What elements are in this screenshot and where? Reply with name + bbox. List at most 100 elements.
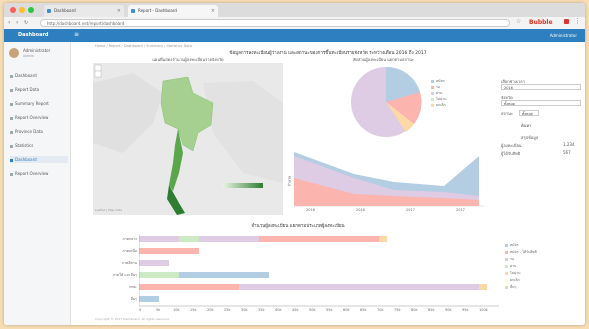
profile-name: Administrator xyxy=(23,48,51,53)
x-tick: 45k xyxy=(292,308,299,312)
x-tick: 85k xyxy=(428,308,435,312)
sidebar: Administrator Admin Dashboard Report Dat… xyxy=(4,42,71,325)
back-icon[interactable]: ‹ xyxy=(8,18,10,28)
sidebar-item-8[interactable]: Report Overview xyxy=(10,170,68,177)
sidebar-item-4[interactable]: Report Overview xyxy=(10,114,68,121)
sidebar-item-label: Report Data xyxy=(15,87,40,92)
x-tick: 35k xyxy=(258,308,265,312)
sidebar-item-label: Report Overview xyxy=(15,171,49,176)
bar-row xyxy=(139,272,269,278)
extension-brand[interactable]: Bubble xyxy=(529,19,553,27)
extension-icon[interactable] xyxy=(564,19,569,24)
bar-row xyxy=(139,296,159,302)
summary-value: 1,234 xyxy=(563,142,575,147)
area-chart-panel: จำนวน 2016 2016 2017 2017 xyxy=(286,148,486,218)
zoom-out-icon[interactable] xyxy=(94,70,102,78)
browser-tab-2[interactable]: Report - Dashboard × xyxy=(128,5,218,17)
minimize-window-icon[interactable] xyxy=(19,7,25,13)
bar-legend-item: สมัคร xyxy=(505,242,519,248)
summary-title: สรุปข้อมูล xyxy=(521,135,539,140)
page-favicon-icon xyxy=(47,9,51,13)
map-canvas[interactable] xyxy=(93,63,283,215)
footer-text: Copyright © 2017 Dashboard. All rights r… xyxy=(95,317,170,321)
avatar xyxy=(9,48,19,58)
sidebar-item-1[interactable]: Dashboard xyxy=(10,72,68,79)
main-content: Home / Report / Dashboard / Summary / St… xyxy=(71,42,585,325)
summary-key: ผู้ได้รับสิทธิ xyxy=(501,151,521,156)
tab-label: Dashboard xyxy=(54,8,76,13)
menu-icon[interactable]: ≡ xyxy=(74,31,79,38)
bar-category-label: ภาคกลาง xyxy=(122,237,137,241)
x-tick: 70k xyxy=(377,308,384,312)
bar-legend-item: รอ xyxy=(505,256,514,262)
bar-legend-item: ยกเลิก xyxy=(505,277,520,283)
maximize-window-icon[interactable] xyxy=(28,7,34,13)
browser-tab-1[interactable]: Dashboard × xyxy=(44,5,124,17)
nav-item-icon xyxy=(10,158,13,162)
x-tick: 5k xyxy=(156,308,161,312)
summary-key: ผู้ลงทะเบียน xyxy=(501,143,522,148)
url-field[interactable]: http://dashboard.net/report/dashboard xyxy=(40,19,510,27)
page-favicon-icon xyxy=(131,9,135,13)
page-title: ข้อมูลการลงทะเบียนผู้ว่างงาน และสถานะของ… xyxy=(229,51,427,56)
area-x-tick: 2016 xyxy=(306,208,315,212)
breadcrumb: Home / Report / Dashboard / Summary / St… xyxy=(95,44,192,48)
filter-panel: เลือกช่วงเวลา 2016 จังหวัด ทั้งหมด สถานะ… xyxy=(501,78,583,178)
sidebar-item-label: Summary Report xyxy=(15,101,49,106)
x-tick: 90k xyxy=(445,308,452,312)
close-tab-icon[interactable]: × xyxy=(211,5,215,17)
bar-row xyxy=(139,260,169,266)
sidebar-item-5[interactable]: Province Data xyxy=(10,128,68,135)
x-tick: 95k xyxy=(462,308,469,312)
map-panel: แผนที่แสดงจำนวนผู้ลงทะเบียนรายจังหวัด Le… xyxy=(93,56,283,216)
sidebar-item-7-active[interactable]: Dashboard xyxy=(10,156,68,163)
app-header: Dashboard ≡ Administrator xyxy=(4,29,585,42)
province-select[interactable]: ทั้งหมด xyxy=(501,100,581,106)
map-attribution: Leaflet | Map data xyxy=(95,208,123,212)
area-x-tick: 2017 xyxy=(456,208,465,212)
bar-category-label: ภาคอีสาน xyxy=(121,261,137,265)
area-ylabel: จำนวน xyxy=(287,175,292,187)
nav-item-icon xyxy=(10,74,13,78)
user-menu[interactable]: Administrator xyxy=(550,33,577,38)
nav-item-icon xyxy=(10,144,13,148)
browser-menu-icon[interactable]: ⋮ xyxy=(574,17,581,25)
sidebar-item-label: Report Overview xyxy=(15,115,49,120)
x-tick: 55k xyxy=(326,308,333,312)
legend-swatch xyxy=(431,103,434,107)
close-tab-icon[interactable]: × xyxy=(117,5,121,17)
sidebar-item-6[interactable]: Statistics xyxy=(10,142,68,149)
close-window-icon[interactable] xyxy=(10,7,16,13)
browser-window: Dashboard × Report - Dashboard × ‹ › ↻ h… xyxy=(4,3,585,325)
area-x-tick: 2017 xyxy=(406,208,415,212)
nav-item-icon xyxy=(10,116,13,120)
forward-icon[interactable]: › xyxy=(16,18,18,28)
pie-chart xyxy=(351,66,422,137)
app-brand[interactable]: Dashboard xyxy=(18,32,49,38)
bar-category-label: กทม. xyxy=(129,285,137,289)
reload-icon[interactable]: ↻ xyxy=(24,18,28,28)
filter-status-label: สถานะ xyxy=(501,111,513,116)
legend-swatch xyxy=(431,97,434,101)
sidebar-item-label: Dashboard xyxy=(15,73,37,78)
sidebar-item-3[interactable]: Summary Report xyxy=(10,100,68,107)
search-button[interactable]: ค้นหา xyxy=(521,122,531,129)
bar-row xyxy=(139,284,487,290)
x-tick: 25k xyxy=(224,308,231,312)
sidebar-item-2[interactable]: Report Data xyxy=(10,86,68,93)
bar-legend-item: ผ่าน xyxy=(505,263,516,269)
bar-x-axis: 0 5k 10k 15k 20k 25k 30k 35k 40k 45k 50k… xyxy=(139,308,499,312)
sidebar-item-label: Statistics xyxy=(15,143,34,148)
x-tick: 50k xyxy=(309,308,316,312)
zoom-in-icon[interactable] xyxy=(94,64,102,72)
map-title: แผนที่แสดงจำนวนผู้ลงทะเบียนรายจังหวัด xyxy=(152,57,224,62)
period-select[interactable]: 2016 xyxy=(501,84,581,90)
bar-row xyxy=(139,236,387,242)
x-tick: 30k xyxy=(241,308,248,312)
x-tick: 40k xyxy=(275,308,282,312)
bar-row xyxy=(139,248,199,254)
bookmark-star-icon[interactable]: ☆ xyxy=(516,18,521,25)
sidebar-item-label: Dashboard xyxy=(15,157,37,162)
bar-category-label: ภาคเหนือ xyxy=(122,249,137,253)
status-select[interactable]: ทั้งหมด xyxy=(519,110,539,116)
